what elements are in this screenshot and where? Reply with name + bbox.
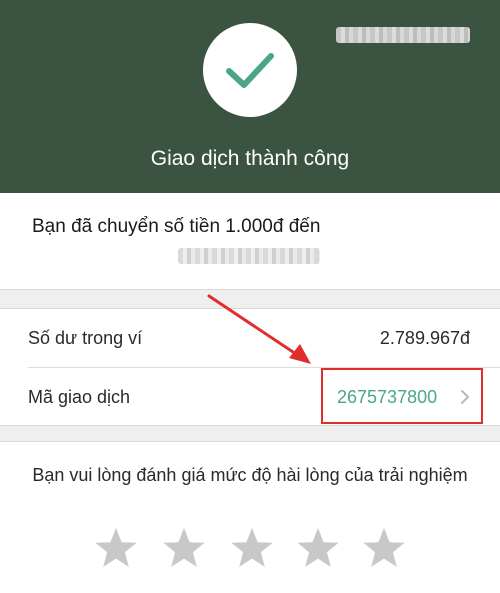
balance-value: 2.789.967đ — [379, 328, 470, 348]
page-title: Giao dịch thành công — [150, 147, 350, 170]
star-rating[interactable] — [94, 526, 414, 570]
success-badge — [203, 23, 297, 117]
rating-prompt: Bạn vui lòng đánh giá mức độ hài lòng củ… — [32, 465, 468, 485]
balance-label: Số dư trong ví — [28, 328, 143, 348]
star-5-icon[interactable] — [362, 526, 406, 570]
transfer-message: Bạn đã chuyển số tiền 1.000đ đến — [32, 216, 321, 237]
star-2-icon[interactable] — [162, 526, 206, 570]
transaction-id-label: Mã giao dịch — [28, 387, 131, 407]
star-4-icon[interactable] — [296, 526, 340, 570]
redacted-recipient — [336, 27, 470, 43]
redacted-recipient-continued — [178, 248, 320, 264]
star-1-icon[interactable] — [94, 526, 138, 570]
star-3-icon[interactable] — [230, 526, 274, 570]
transfer-message-card: Bạn đã chuyển số tiền 1.000đ đến — [0, 193, 500, 290]
transaction-success-screen: Giao dịch thành công Bạn đã chuyển số ti… — [0, 0, 500, 593]
rating-card: Bạn vui lòng đánh giá mức độ hài lòng củ… — [0, 441, 500, 593]
annotation-arrow-icon — [207, 294, 311, 364]
check-icon — [226, 53, 274, 88]
annotation-highlight-box — [321, 368, 483, 424]
